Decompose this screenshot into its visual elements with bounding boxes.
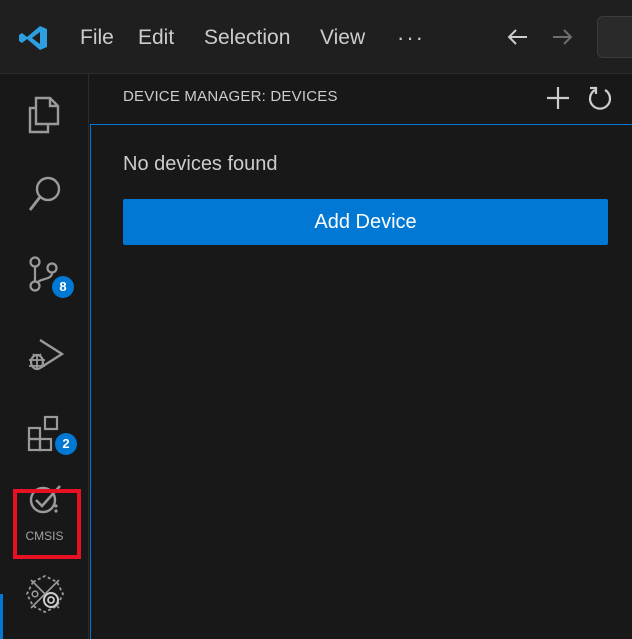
activity-device-manager[interactable] (0, 554, 89, 634)
files-icon (28, 96, 60, 134)
activity-source-control[interactable]: 8 (0, 234, 89, 314)
extensions-badge: 2 (55, 433, 77, 455)
add-icon[interactable] (544, 84, 572, 112)
menu-edit[interactable]: Edit (136, 22, 176, 54)
device-manager-icon (25, 574, 65, 614)
active-view-indicator (0, 594, 3, 639)
activity-extensions[interactable]: 2 (0, 394, 89, 474)
menu-selection[interactable]: Selection (202, 22, 292, 54)
menu-file[interactable]: File (78, 22, 116, 54)
refresh-icon[interactable] (586, 84, 614, 112)
vscode-logo-icon[interactable] (18, 24, 48, 52)
activity-run-debug[interactable] (0, 314, 89, 394)
command-center[interactable] (597, 16, 632, 58)
title-bar: File Edit Selection View ··· (0, 0, 632, 74)
devices-view: No devices found Add Device (90, 124, 632, 639)
panel-header: DEVICE MANAGER: DEVICES (90, 74, 632, 124)
activity-search[interactable] (0, 154, 89, 234)
highlight-box (13, 489, 81, 559)
menu-more-button[interactable]: ··· (397, 22, 425, 54)
search-icon (28, 176, 61, 211)
panel-title: DEVICE MANAGER: DEVICES (123, 88, 338, 105)
no-devices-message: No devices found (123, 153, 278, 175)
forward-arrow-icon[interactable] (547, 20, 577, 54)
back-arrow-icon[interactable] (503, 20, 533, 54)
source-control-badge: 8 (52, 276, 74, 298)
run-debug-icon (29, 338, 64, 371)
menu-view[interactable]: View (318, 22, 367, 54)
activity-explorer[interactable] (0, 74, 89, 154)
add-device-button[interactable]: Add Device (123, 199, 608, 245)
